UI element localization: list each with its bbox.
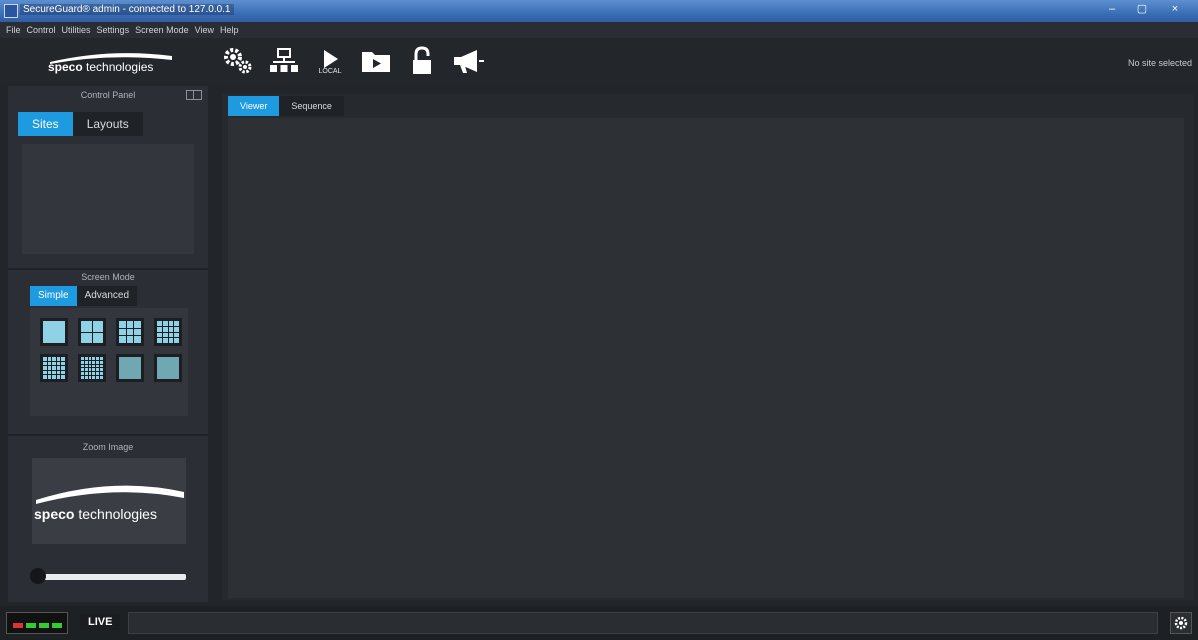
layout-grid-panel [30, 308, 188, 416]
minimize-button[interactable]: – [1098, 2, 1126, 18]
control-panel-tabs: Sites Layouts [18, 112, 143, 136]
main-area: Viewer Sequence [222, 94, 1194, 600]
tab-sites[interactable]: Sites [18, 112, 73, 136]
app-icon [4, 4, 18, 18]
layout-25-button[interactable] [40, 354, 68, 382]
play-local-icon[interactable]: LOCAL [314, 44, 346, 78]
speco-logo-swoosh-icon [36, 485, 184, 504]
sites-list[interactable] [22, 144, 194, 254]
window-title: SecureGuard® admin - connected to 127.0.… [20, 4, 234, 15]
zoom-image-title: Zoom Image [82, 442, 134, 452]
tab-advanced[interactable]: Advanced [76, 286, 138, 306]
menu-help[interactable]: Help [220, 25, 239, 35]
network-icon[interactable] [268, 44, 300, 78]
panel-dock-icon[interactable] [186, 90, 202, 100]
screen-mode-tabs: Simple Advanced [30, 286, 138, 306]
main-tabs: Viewer Sequence [228, 96, 344, 116]
tab-layouts[interactable]: Layouts [72, 112, 143, 136]
control-panel-title: Control Panel [80, 90, 136, 100]
viewer-canvas[interactable] [228, 118, 1184, 598]
window-title-bar: SecureGuard® admin - connected to 127.0.… [0, 0, 1198, 22]
folder-play-icon[interactable] [360, 44, 392, 78]
menu-file[interactable]: File [6, 25, 21, 35]
zoom-slider-track[interactable] [32, 574, 186, 580]
menu-utilities[interactable]: Utilities [62, 25, 91, 35]
tab-sequence[interactable]: Sequence [279, 96, 344, 116]
menu-bar: File Control Utilities Settings Screen M… [0, 22, 1198, 38]
layout-9-button[interactable] [116, 318, 144, 346]
zoom-slider-handle[interactable] [30, 568, 46, 584]
menu-control[interactable]: Control [27, 25, 56, 35]
maximize-button[interactable]: ▢ [1128, 2, 1156, 18]
local-label: LOCAL [318, 67, 342, 75]
tab-viewer[interactable]: Viewer [228, 96, 280, 116]
status-bar: LIVE [0, 606, 1198, 640]
layout-4-button[interactable] [78, 318, 106, 346]
close-button[interactable]: × [1158, 2, 1192, 18]
status-settings-icon[interactable] [1170, 612, 1192, 634]
menu-settings[interactable]: Settings [97, 25, 130, 35]
layout-16-button[interactable] [154, 318, 182, 346]
lock-icon[interactable] [406, 44, 438, 78]
signal-indicator [6, 612, 68, 634]
screen-mode-section: Screen Mode Simple Advanced [8, 268, 208, 440]
megaphone-icon[interactable] [452, 44, 484, 78]
status-message-bar [128, 612, 1158, 634]
zoom-logo-text: speco technologies [34, 506, 157, 522]
zoom-image-preview: speco technologies [32, 458, 186, 544]
layout-36-button[interactable] [78, 354, 106, 382]
zoom-image-section: Zoom Image speco technologies [8, 434, 208, 602]
layout-1-button[interactable] [40, 318, 68, 346]
settings-gears-icon[interactable] [222, 44, 254, 78]
layout-49-button[interactable] [116, 354, 144, 382]
toolbar: speco technologies LOCAL No site selecte… [0, 38, 1198, 86]
speco-logo-text: speco technologies [48, 60, 154, 74]
site-status-text: No site selected [1127, 58, 1192, 68]
layout-64-button[interactable] [154, 354, 182, 382]
menu-view[interactable]: View [195, 25, 214, 35]
control-panel: Control Panel Sites Layouts Screen Mode … [8, 86, 208, 602]
screen-mode-title: Screen Mode [81, 272, 135, 282]
live-label[interactable]: LIVE [80, 614, 121, 630]
tab-simple[interactable]: Simple [30, 286, 77, 306]
menu-screen-mode[interactable]: Screen Mode [135, 25, 189, 35]
